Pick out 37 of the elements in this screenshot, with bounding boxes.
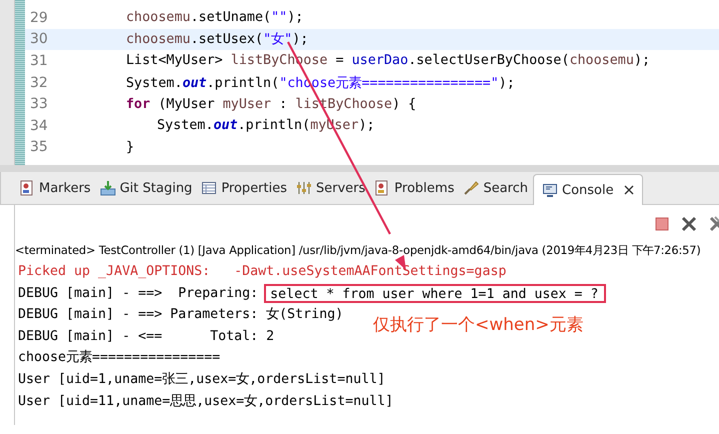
panel-tab[interactable]: Search	[459, 174, 534, 202]
markers-icon	[19, 180, 35, 196]
line-number: 30	[29, 31, 49, 48]
annotation-text: 仅执行了一个<when>元素	[373, 314, 584, 336]
panel-tab[interactable]: Problems	[370, 174, 460, 202]
console-line: DEBUG [main] - <== Total: 2	[18, 328, 274, 346]
panel-tab[interactable]: Console	[533, 174, 643, 205]
line-number: 32	[29, 74, 49, 91]
panel-tab[interactable]: Properties	[197, 174, 292, 202]
code-line: }	[126, 140, 134, 155]
panel-tab[interactable]: Servers	[292, 174, 370, 202]
code-line: choosemu.setUsex("女");	[126, 31, 308, 48]
console-line: User [uid=11,uname=思思,usex=女,ordersList=null]	[18, 392, 394, 411]
console-line: User [uid=1,uname=张三,usex=女,ordersList=null]	[18, 370, 386, 389]
download-tray-icon	[100, 180, 116, 196]
console-line: DEBUG [main] - ==> Parameters: 女(String)	[18, 306, 344, 324]
highlight-box: select * from user where 1=1 and usex = ?	[264, 284, 606, 303]
line-number: 35	[29, 139, 49, 156]
sliders-icon	[296, 180, 312, 196]
line-number: 34	[29, 118, 49, 134]
table-icon	[201, 180, 218, 196]
console-line: DEBUG [main] - ==> Preparing:	[18, 284, 258, 303]
close-icon[interactable]	[624, 185, 634, 195]
problems-icon	[374, 180, 390, 196]
monitor-icon	[542, 182, 558, 198]
line-number: 29	[29, 10, 49, 26]
panel-tab[interactable]: Git Staging	[96, 174, 198, 202]
console-line: Picked up _JAVA_OPTIONS: -Dawt.useSystemAAFontSettings=gasp	[18, 263, 506, 281]
console-status: <terminated> TestController (1) [Java Application] /usr/lib/jvm/java-8-openjdk-amd64/bin/java (2019年4月23日 下午7:26:57)	[15, 242, 701, 259]
code-line: choosemu.setUname("");	[126, 10, 304, 26]
stop-icon[interactable]	[655, 217, 669, 231]
console-line: choose元素================	[18, 348, 220, 368]
panel-tab[interactable]: Markers	[15, 174, 96, 202]
remove-icon[interactable]	[681, 216, 697, 232]
flashlight-icon	[463, 180, 480, 196]
line-number: 33	[29, 96, 49, 112]
line-number: 31	[29, 52, 49, 69]
